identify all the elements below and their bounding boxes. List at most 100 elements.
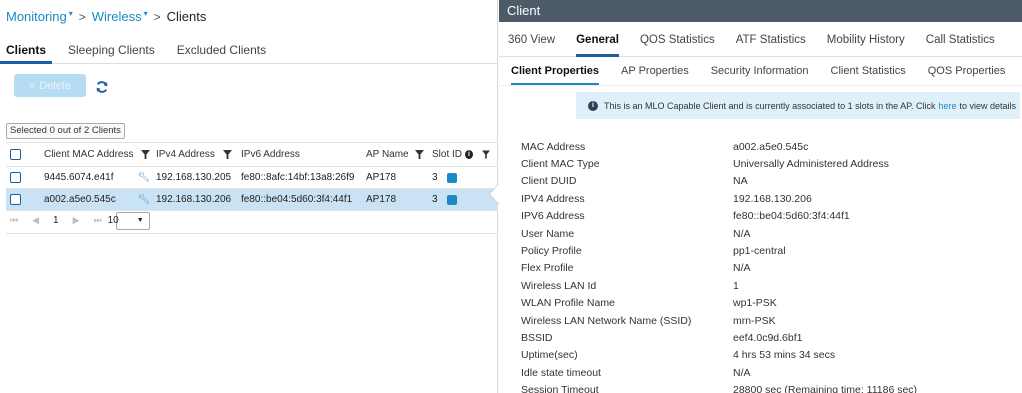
last-page-icon[interactable]: ⏭ (94, 215, 102, 226)
filter-icon[interactable] (223, 150, 232, 159)
client-details-panel: Client 360 View General QOS Statistics A… (499, 0, 1022, 393)
filter-icon[interactable] (141, 150, 150, 159)
cell-slot-id: 3 (432, 194, 438, 205)
property-label: Uptime(sec) (521, 349, 578, 362)
wrench-icon[interactable]: 🔧︎ (137, 194, 150, 205)
column-header-ipv6[interactable]: IPv6 Address (241, 149, 300, 160)
breadcrumb: Monitoring ▾ > Wireless ▾ > Clients (6, 9, 206, 24)
property-value: N/A (733, 366, 751, 379)
clients-table: Client MAC Address IPv4 Address IPv6 Add… (6, 142, 498, 211)
chevron-down-icon[interactable]: ▾ (144, 9, 148, 18)
property-row: Wireless LAN Network Name (SSID) mrn-PSK (521, 312, 1021, 329)
property-label: IPV6 Address (521, 210, 585, 223)
filter-icon[interactable] (482, 150, 490, 159)
delete-button[interactable]: × Delete (14, 74, 86, 97)
column-header-mac[interactable]: Client MAC Address (44, 149, 133, 160)
property-row: BSSID eef4.0c9d.6bf1 (521, 329, 1021, 346)
cell-ipv6: fe80::be04:5d60:3f4:44f1 (241, 194, 353, 205)
tab-qos-statistics[interactable]: QOS Statistics (640, 22, 715, 57)
property-row: WLAN Profile Name wp1-PSK (521, 295, 1021, 312)
info-icon[interactable]: i (465, 150, 473, 159)
close-icon: × (28, 79, 36, 92)
property-row: Policy Profile pp1-central (521, 242, 1021, 259)
current-page[interactable]: 1 (53, 215, 59, 226)
cell-mac[interactable]: a002.a5e0.545c (44, 194, 116, 205)
property-row: Wireless LAN Id 1 (521, 277, 1021, 294)
property-label: Session Timeout (521, 384, 599, 393)
prev-page-icon[interactable]: ◀ (32, 215, 39, 226)
cell-mac[interactable]: 9445.6074.e41f (44, 172, 114, 183)
property-label: MAC Address (521, 140, 586, 153)
next-page-icon[interactable]: ▶ (73, 215, 80, 226)
breadcrumb-monitoring[interactable]: Monitoring (6, 9, 67, 24)
property-value: N/A (733, 227, 751, 240)
panel-pointer-fill (490, 184, 499, 204)
property-value: N/A (733, 262, 751, 275)
property-value: wp1-PSK (733, 297, 777, 310)
subtab-client-statistics[interactable]: Client Statistics (831, 57, 906, 85)
pagination: ⏮ ◀ 1 ▶ ⏭ 10 ▼ (6, 208, 498, 234)
column-header-ipv4[interactable]: IPv4 Address (156, 149, 215, 160)
client-properties: MAC Address a002.a5e0.545c Client MAC Typ… (521, 138, 1021, 393)
property-value: fe80::be04:5d60:3f4:44f1 (733, 210, 850, 223)
subtab-qos-properties[interactable]: QOS Properties (928, 57, 1006, 85)
column-header-slot-id[interactable]: Slot ID (432, 149, 462, 160)
page-size-select[interactable]: 10 ▼ (108, 211, 150, 230)
cell-ipv4: 192.168.130.205 (156, 172, 232, 183)
tab-clients[interactable]: Clients (0, 36, 53, 64)
breadcrumb-wireless[interactable]: Wireless (92, 9, 142, 24)
delete-label: Delete (39, 79, 72, 92)
tab-sleeping-clients[interactable]: Sleeping Clients (62, 36, 161, 64)
property-row: Session Timeout 28800 sec (Remaining time… (521, 381, 1021, 393)
banner-link[interactable]: here (939, 101, 957, 111)
cell-slot-id: 3 (432, 172, 438, 183)
chevron-down-icon: ▼ (136, 217, 144, 224)
property-label: Policy Profile (521, 245, 582, 258)
refresh-icon[interactable] (95, 80, 109, 94)
property-label: Wireless LAN Id (521, 279, 597, 292)
panel-sub-tabs: Client Properties AP Properties Security… (499, 57, 1022, 86)
subtab-client-properties[interactable]: Client Properties (511, 57, 600, 85)
slot-details-icon[interactable] (446, 194, 457, 205)
property-row: User Name N/A (521, 225, 1021, 242)
property-value: 28800 sec (Remaining time: 11186 sec) (733, 384, 918, 393)
tab-call-statistics[interactable]: Call Statistics (926, 22, 995, 57)
column-header-ap-name[interactable]: AP Name (366, 149, 409, 160)
property-label: Client DUID (521, 175, 577, 188)
banner-text: This is an MLO Capable Client and is cur… (604, 100, 936, 111)
cell-ap-name: AP178 (366, 172, 397, 183)
subtab-security-information[interactable]: Security Information (711, 57, 809, 85)
wrench-icon[interactable]: 🔧︎ (137, 172, 150, 183)
row-checkbox[interactable] (10, 194, 21, 205)
property-row: MAC Address a002.a5e0.545c (521, 138, 1021, 155)
property-row: IPV4 Address 192.168.130.206 (521, 190, 1021, 207)
slot-details-icon[interactable] (446, 172, 457, 183)
subtab-ap-properties[interactable]: AP Properties (621, 57, 689, 85)
banner-text-end: to view details (959, 100, 1017, 111)
tab-360-view[interactable]: 360 View (508, 22, 555, 57)
property-row: Idle state timeout N/A (521, 364, 1021, 381)
breadcrumb-separator: > (78, 9, 86, 24)
property-value: 1 (733, 279, 739, 292)
property-value: mrn-PSK (733, 314, 776, 327)
property-label: User Name (521, 227, 575, 240)
tab-mobility-history[interactable]: Mobility History (827, 22, 905, 57)
panel-tabs: 360 View General QOS Statistics ATF Stat… (499, 22, 1022, 57)
property-label: Flex Profile (521, 262, 574, 275)
tab-atf-statistics[interactable]: ATF Statistics (736, 22, 806, 57)
page-size-value: 10 (107, 215, 119, 226)
table-header-row: Client MAC Address IPv4 Address IPv6 Add… (6, 142, 498, 167)
tab-general[interactable]: General (576, 22, 619, 57)
tab-excluded-clients[interactable]: Excluded Clients (171, 36, 272, 64)
breadcrumb-current: Clients (166, 9, 207, 24)
property-row: Client DUID NA (521, 173, 1021, 190)
select-all-checkbox[interactable] (10, 149, 21, 160)
property-label: Wireless LAN Network Name (SSID) (521, 314, 692, 327)
table-row[interactable]: 9445.6074.e41f 🔧︎ 192.168.130.205 fe80::… (6, 167, 498, 189)
property-row: IPV6 Address fe80::be04:5d60:3f4:44f1 (521, 208, 1021, 225)
row-checkbox[interactable] (10, 172, 21, 183)
chevron-down-icon[interactable]: ▾ (69, 9, 73, 18)
first-page-icon[interactable]: ⏮ (10, 215, 18, 226)
selection-info: Selected 0 out of 2 Clients (6, 123, 125, 139)
filter-icon[interactable] (415, 150, 424, 159)
